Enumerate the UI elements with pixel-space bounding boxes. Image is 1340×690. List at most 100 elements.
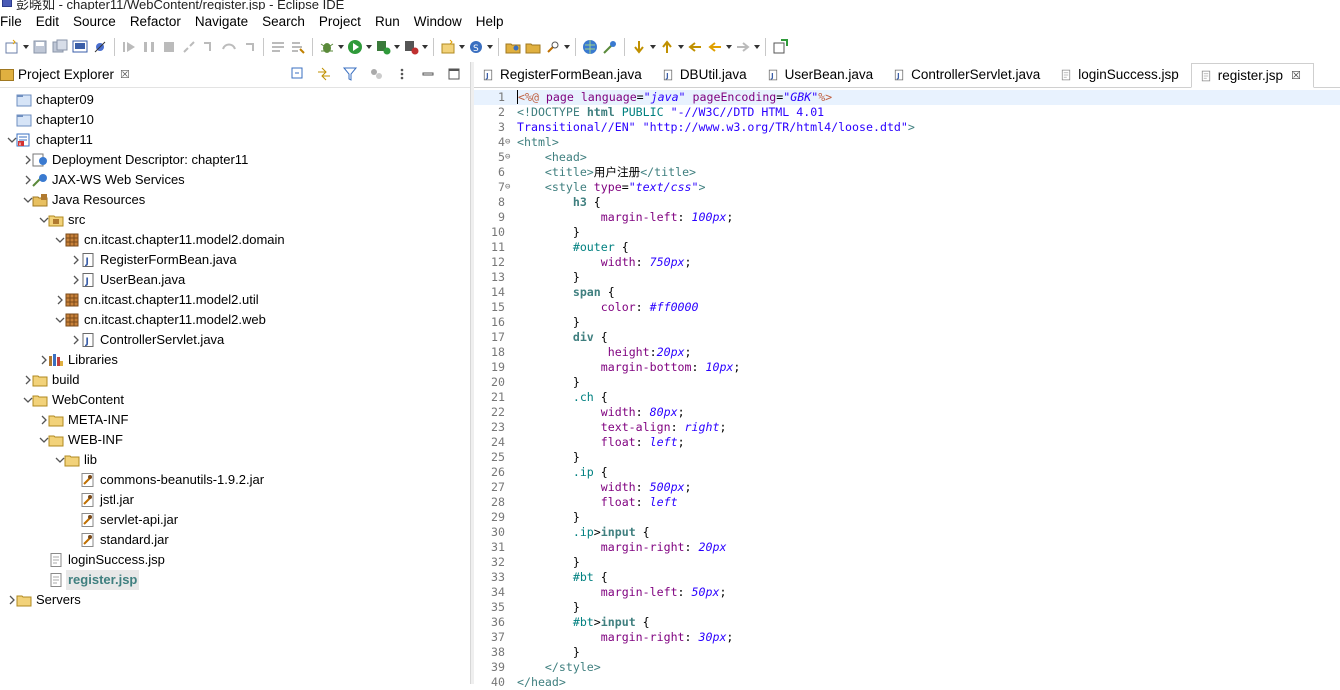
terminate-icon[interactable]: [161, 39, 177, 55]
code-line[interactable]: 3 Transitional//EN" "http://www.w3.org/TR…: [474, 120, 1340, 135]
view-menu-icon[interactable]: [394, 66, 410, 82]
tree-item[interactable]: x chapter11: [0, 130, 470, 150]
code-line[interactable]: 15 color: #ff0000: [474, 300, 1340, 315]
step-over-icon[interactable]: [221, 39, 237, 55]
code-line[interactable]: 13 }: [474, 270, 1340, 285]
code-line[interactable]: 19 margin-bottom: 10px;: [474, 360, 1340, 375]
code-editor[interactable]: 1 <%@ page language="java" pageEncoding="…: [474, 90, 1340, 689]
debug-icon[interactable]: [319, 39, 344, 55]
fold-collapse-icon[interactable]: ⊖: [505, 150, 515, 165]
forward-icon[interactable]: [735, 39, 760, 55]
launch-web-services-explorer-icon[interactable]: [602, 39, 618, 55]
new-java-project-icon[interactable]: [440, 39, 465, 55]
tree-item[interactable]: J ControllerServlet.java: [0, 330, 470, 350]
code-line[interactable]: 27 width: 500px;: [474, 480, 1340, 495]
code-line[interactable]: 28 float: left: [474, 495, 1340, 510]
last-edit-location-icon[interactable]: [687, 39, 703, 55]
focus-on-active-task-icon[interactable]: [368, 66, 384, 82]
tree-item[interactable]: META-INF: [0, 410, 470, 430]
resume-icon[interactable]: [121, 39, 137, 55]
tree-item[interactable]: WEB-INF: [0, 430, 470, 450]
code-line[interactable]: 8 h3 {: [474, 195, 1340, 210]
editor-tab[interactable]: J DBUtil.java: [654, 62, 759, 87]
tree-item[interactable]: src: [0, 210, 470, 230]
code-line[interactable]: 30 .ip>input {: [474, 525, 1340, 540]
search-icon[interactable]: [545, 39, 570, 55]
step-into-icon[interactable]: [201, 39, 217, 55]
skip-breakpoints-icon[interactable]: [92, 39, 108, 55]
next-annotation-icon[interactable]: [631, 39, 656, 55]
suspend-icon[interactable]: [141, 39, 157, 55]
menu-help[interactable]: Help: [469, 10, 511, 34]
back-icon[interactable]: [707, 39, 732, 55]
disconnect-icon[interactable]: [181, 39, 197, 55]
menu-navigate[interactable]: Navigate: [188, 10, 255, 34]
tree-item[interactable]: build: [0, 370, 470, 390]
code-line[interactable]: 38 }: [474, 645, 1340, 660]
code-line[interactable]: 21 .ch {: [474, 390, 1340, 405]
code-line[interactable]: 35 }: [474, 600, 1340, 615]
close-tab-icon[interactable]: ☒: [1291, 69, 1301, 82]
code-line[interactable]: 14 span {: [474, 285, 1340, 300]
menu-run[interactable]: Run: [368, 10, 407, 34]
code-line[interactable]: 18 height:20px;: [474, 345, 1340, 360]
tree-item[interactable]: Deployment Descriptor: chapter11: [0, 150, 470, 170]
code-line[interactable]: 24 float: left;: [474, 435, 1340, 450]
menu-refactor[interactable]: Refactor: [123, 10, 188, 34]
editor-tab[interactable]: loginSuccess.jsp: [1052, 62, 1191, 87]
code-line[interactable]: 22 width: 80px;: [474, 405, 1340, 420]
editor-tab[interactable]: J RegisterFormBean.java: [474, 62, 654, 87]
editor-tab[interactable]: J ControllerServlet.java: [885, 62, 1052, 87]
code-line[interactable]: 25 }: [474, 450, 1340, 465]
code-line[interactable]: 40 </head>: [474, 675, 1340, 690]
code-line[interactable]: 4 ⊖ <html>: [474, 135, 1340, 150]
code-line[interactable]: 16 }: [474, 315, 1340, 330]
link-with-editor-icon[interactable]: [316, 66, 332, 82]
code-line[interactable]: 36 #bt>input {: [474, 615, 1340, 630]
tree-item[interactable]: Servers: [0, 590, 470, 610]
open-perspective-icon[interactable]: [772, 39, 788, 55]
code-line[interactable]: 29 }: [474, 510, 1340, 525]
tree-item[interactable]: J UserBean.java: [0, 270, 470, 290]
tree-item[interactable]: lib: [0, 450, 470, 470]
previous-annotation-icon[interactable]: [659, 39, 684, 55]
toggle-mark-occurrences-icon[interactable]: [270, 39, 286, 55]
new-icon[interactable]: [4, 39, 29, 55]
code-line[interactable]: 12 width: 750px;: [474, 255, 1340, 270]
code-line[interactable]: 39 </style>: [474, 660, 1340, 675]
close-icon[interactable]: ☒: [120, 68, 130, 81]
open-web-browser-icon[interactable]: [582, 39, 598, 55]
external-tools-icon[interactable]: [403, 39, 428, 55]
fold-collapse-icon[interactable]: ⊖: [505, 135, 515, 150]
collapse-all-icon[interactable]: [290, 66, 306, 82]
menu-window[interactable]: Window: [407, 10, 469, 34]
tree-item[interactable]: servlet-api.jar: [0, 510, 470, 530]
run-icon[interactable]: [347, 39, 372, 55]
editor-tab[interactable]: register.jsp ☒: [1190, 63, 1314, 88]
menu-search[interactable]: Search: [255, 10, 312, 34]
code-line[interactable]: 11 #outer {: [474, 240, 1340, 255]
code-line[interactable]: 10 }: [474, 225, 1340, 240]
project-explorer-tab[interactable]: Project Explorer ☒: [0, 62, 134, 88]
tree-item[interactable]: cn.itcast.chapter11.model2.web: [0, 310, 470, 330]
tree-item[interactable]: cn.itcast.chapter11.model2.util: [0, 290, 470, 310]
fold-collapse-icon[interactable]: ⊖: [505, 180, 515, 195]
code-line[interactable]: 20 }: [474, 375, 1340, 390]
code-line[interactable]: 6 <title>用户注册</title>: [474, 165, 1340, 180]
step-return-icon[interactable]: [241, 39, 257, 55]
run-on-server-icon[interactable]: [375, 39, 400, 55]
tree-item[interactable]: J RegisterFormBean.java: [0, 250, 470, 270]
maximize-icon[interactable]: [446, 66, 462, 82]
code-line[interactable]: 2 <!DOCTYPE html PUBLIC "-//W3C//DTD HTML…: [474, 105, 1340, 120]
code-line[interactable]: 37 margin-right: 30px;: [474, 630, 1340, 645]
filter-icon[interactable]: [342, 66, 358, 82]
tree-item[interactable]: chapter09: [0, 90, 470, 110]
tree-item[interactable]: cn.itcast.chapter11.model2.domain: [0, 230, 470, 250]
code-line[interactable]: 23 text-align: right;: [474, 420, 1340, 435]
tree-item[interactable]: jstl.jar: [0, 490, 470, 510]
code-line[interactable]: 1 <%@ page language="java" pageEncoding="…: [474, 90, 1340, 105]
new-class-icon[interactable]: S: [468, 39, 493, 55]
tree-item[interactable]: WebContent: [0, 390, 470, 410]
tree-item[interactable]: standard.jar: [0, 530, 470, 550]
tree-item[interactable]: register.jsp: [0, 570, 470, 590]
